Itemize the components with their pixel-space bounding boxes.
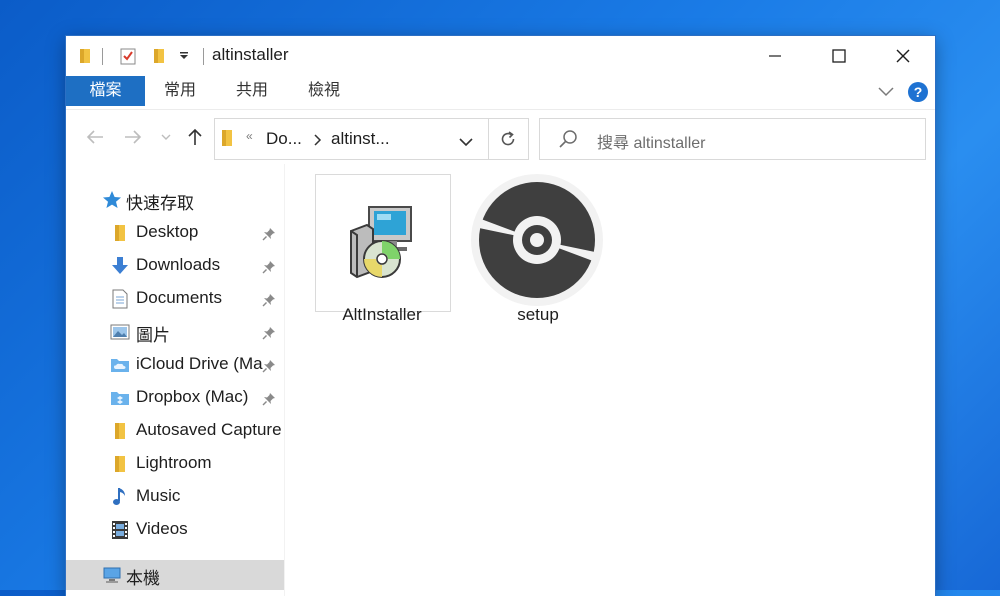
breadcrumb-item[interactable]: Do... bbox=[266, 129, 302, 149]
pin-icon[interactable] bbox=[262, 391, 276, 411]
address-row: « Do... altinst... 搜尋 altinstaller bbox=[66, 109, 935, 165]
pin-icon[interactable] bbox=[262, 226, 276, 246]
toolbar-separator bbox=[203, 48, 204, 65]
nav-item-label: Lightroom bbox=[136, 453, 212, 472]
nav-item-label: Desktop bbox=[136, 222, 199, 241]
nav-item-this-pc[interactable]: 本機 bbox=[66, 560, 284, 590]
music-note-icon bbox=[110, 487, 130, 507]
nav-item-dropbox[interactable]: Dropbox (Mac) bbox=[66, 383, 284, 413]
nav-item-label: Documents bbox=[136, 288, 222, 307]
search-placeholder: 搜尋 altinstaller bbox=[597, 135, 706, 152]
window-title: altinstaller bbox=[212, 45, 289, 64]
pictures-icon bbox=[110, 322, 130, 342]
up-arrow-icon[interactable] bbox=[184, 126, 206, 148]
folder-icon bbox=[110, 223, 130, 243]
nav-item-documents[interactable]: Documents bbox=[66, 284, 284, 314]
minimize-icon bbox=[769, 55, 781, 57]
file-item-setup[interactable] bbox=[471, 174, 605, 310]
file-list: AltInstaller setup bbox=[285, 164, 935, 596]
tab-view[interactable]: 檢視 bbox=[294, 76, 354, 106]
tab-home[interactable]: 常用 bbox=[150, 76, 210, 106]
minimize-button[interactable] bbox=[743, 36, 807, 76]
refresh-icon bbox=[501, 131, 515, 146]
nav-quick-access[interactable]: 快速存取 bbox=[66, 185, 284, 215]
address-dropdown-chevron-icon[interactable] bbox=[459, 134, 473, 152]
dropbox-folder-icon bbox=[110, 388, 130, 408]
new-folder-icon[interactable] bbox=[150, 46, 168, 66]
nav-item-music[interactable]: Music bbox=[66, 482, 284, 512]
search-icon bbox=[558, 129, 578, 154]
nav-item-label: Downloads bbox=[136, 255, 221, 274]
file-item-altinstaller[interactable] bbox=[315, 174, 451, 312]
maximize-icon bbox=[832, 49, 846, 63]
download-arrow-icon bbox=[110, 256, 130, 276]
breadcrumb-overflow[interactable]: « bbox=[246, 129, 253, 143]
close-icon bbox=[896, 49, 910, 63]
breadcrumb-item-current[interactable]: altinst... bbox=[331, 129, 390, 149]
nav-item-desktop[interactable]: Desktop bbox=[66, 218, 284, 248]
nav-item-videos[interactable]: Videos bbox=[66, 515, 284, 545]
ribbon: 檔案 常用 共用 檢視 ? bbox=[66, 76, 935, 108]
search-box[interactable]: 搜尋 altinstaller bbox=[539, 118, 926, 160]
refresh-button[interactable] bbox=[488, 118, 529, 160]
pin-icon[interactable] bbox=[262, 358, 276, 378]
nav-item-label: 圖片 bbox=[136, 326, 170, 345]
pin-icon[interactable] bbox=[262, 259, 276, 279]
installer-icon bbox=[345, 201, 425, 286]
customize-toolbar-icon[interactable] bbox=[176, 46, 192, 66]
close-button[interactable] bbox=[871, 36, 935, 76]
folder-icon bbox=[76, 46, 94, 66]
folder-icon bbox=[221, 129, 233, 152]
tab-file[interactable]: 檔案 bbox=[66, 76, 145, 106]
film-icon bbox=[110, 520, 130, 540]
nav-item-pictures[interactable]: 圖片 bbox=[66, 317, 284, 347]
computer-icon bbox=[102, 565, 122, 585]
breadcrumb-chevron-icon[interactable] bbox=[314, 133, 322, 151]
recent-locations-chevron-icon[interactable] bbox=[158, 126, 174, 148]
nav-item-label: Videos bbox=[136, 519, 188, 538]
nav-item-label: Autosaved Capture bbox=[136, 420, 282, 439]
toolbar-separator bbox=[102, 48, 103, 65]
file-name[interactable]: AltInstaller bbox=[302, 305, 462, 325]
pin-icon[interactable] bbox=[262, 325, 276, 345]
nav-item-label: Dropbox (Mac) bbox=[136, 387, 249, 406]
nav-item-autosaved-capture[interactable]: Autosaved Capture bbox=[66, 416, 284, 446]
help-button[interactable]: ? bbox=[908, 82, 928, 102]
folder-icon bbox=[110, 454, 130, 474]
pin-icon[interactable] bbox=[262, 292, 276, 312]
nav-item-downloads[interactable]: Downloads bbox=[66, 251, 284, 281]
nav-item-icloud-drive[interactable]: iCloud Drive (Ma bbox=[66, 350, 284, 380]
explorer-window: altinstaller 檔案 常用 共用 檢視 ? « Do... altin… bbox=[66, 36, 935, 596]
nav-item-label: iCloud Drive (Ma bbox=[136, 354, 263, 373]
maximize-button[interactable] bbox=[807, 36, 871, 76]
expand-ribbon-chevron-icon[interactable] bbox=[877, 82, 895, 105]
tab-share[interactable]: 共用 bbox=[222, 76, 282, 106]
nav-item-lightroom[interactable]: Lightroom bbox=[66, 449, 284, 479]
star-icon bbox=[102, 190, 122, 210]
nav-this-pc-label: 本機 bbox=[126, 569, 160, 588]
folder-icon bbox=[110, 421, 130, 441]
navigation-pane: 快速存取 Desktop Downloads Documents 圖片 iClo… bbox=[66, 164, 284, 596]
cloud-folder-icon bbox=[110, 355, 130, 375]
document-icon bbox=[110, 289, 130, 309]
address-bar[interactable]: « Do... altinst... bbox=[214, 118, 489, 160]
title-bar: altinstaller bbox=[66, 36, 935, 76]
forward-arrow-icon[interactable] bbox=[122, 126, 144, 148]
file-name[interactable]: setup bbox=[458, 305, 618, 325]
properties-icon[interactable] bbox=[118, 46, 138, 66]
nav-item-label: Music bbox=[136, 486, 181, 505]
nav-quick-access-label: 快速存取 bbox=[126, 194, 194, 213]
disc-icon bbox=[469, 172, 605, 313]
back-arrow-icon[interactable] bbox=[84, 126, 106, 148]
